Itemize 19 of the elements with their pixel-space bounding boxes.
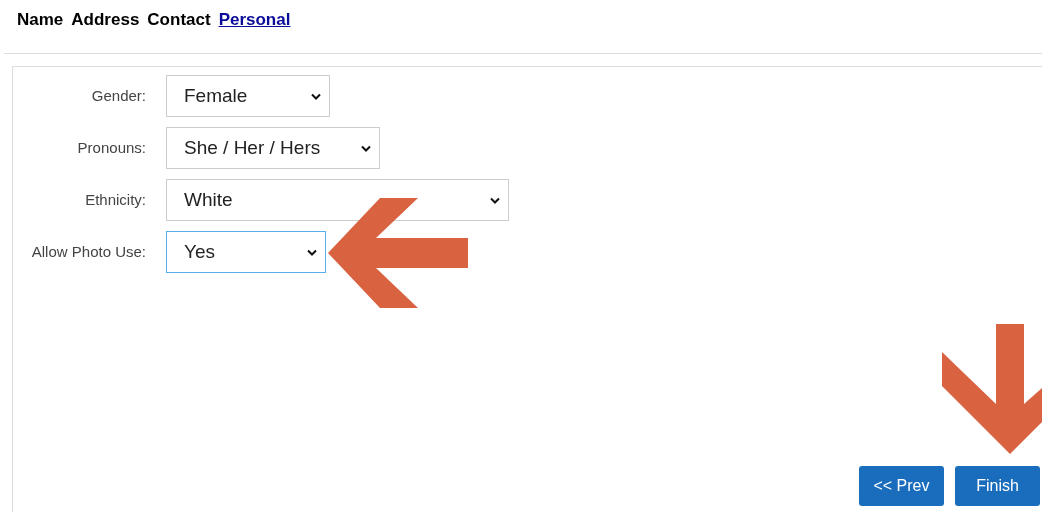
select-field[interactable]: Yes	[166, 231, 326, 273]
select-field[interactable]: Female	[166, 75, 330, 117]
field-label: Allow Photo Use:	[30, 241, 146, 262]
field-label: Gender:	[90, 85, 146, 106]
tab[interactable]: Address	[71, 9, 140, 31]
tab[interactable]: Name	[17, 9, 64, 31]
nav-button[interactable]: << Prev	[859, 466, 944, 506]
select-field[interactable]: She / Her / Hers	[166, 127, 380, 169]
nav-button[interactable]: Finish	[955, 466, 1040, 506]
chevron-down-icon	[311, 92, 321, 100]
field-label: Pronouns:	[76, 137, 146, 158]
chevron-down-icon	[361, 144, 371, 152]
select-field[interactable]: White	[166, 179, 509, 221]
chevron-down-icon	[307, 248, 317, 256]
tab[interactable]: Contact	[147, 9, 211, 31]
tab[interactable]: Personal	[218, 9, 291, 31]
chevron-down-icon	[490, 196, 500, 204]
field-label: Ethnicity:	[84, 189, 146, 210]
arrow-left-icon	[328, 198, 468, 308]
